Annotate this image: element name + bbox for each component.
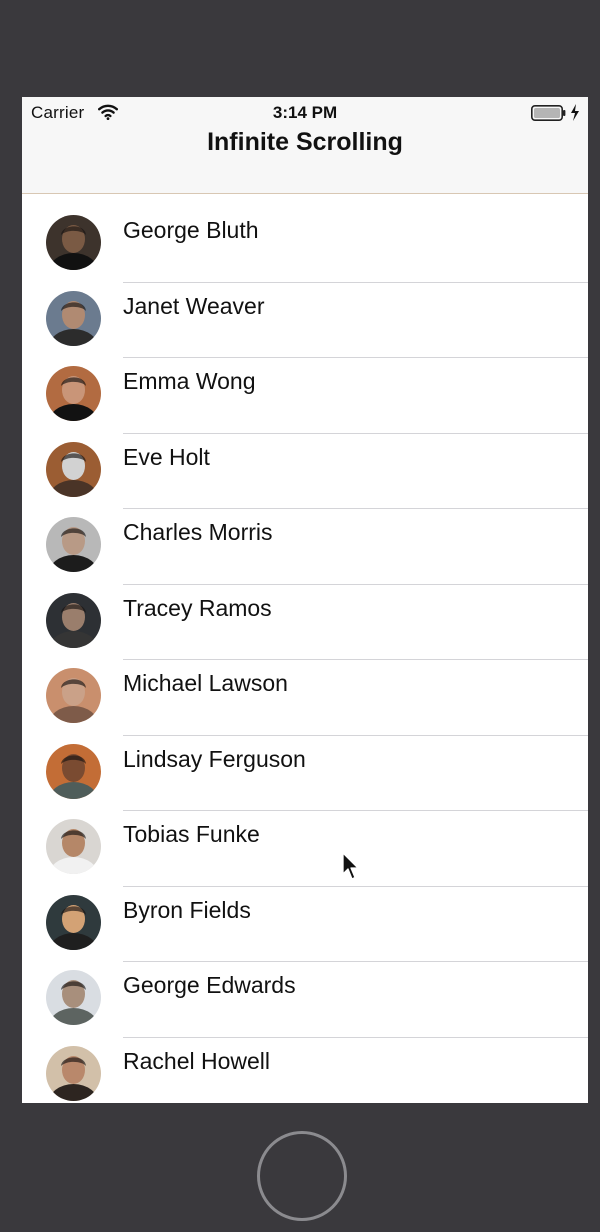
contact-row[interactable]: Emma Wong xyxy=(22,345,588,434)
status-time: 3:14 PM xyxy=(272,103,338,122)
battery-icon xyxy=(531,105,566,121)
avatar-photo xyxy=(46,1045,101,1101)
contact-name: Tracey Ramos xyxy=(123,594,272,621)
contact-name: George Bluth xyxy=(123,217,259,243)
contact-row[interactable]: Tracey Ramos xyxy=(22,572,588,660)
avatar-photo xyxy=(46,819,101,874)
contact-name: Rachel Howell xyxy=(123,1047,271,1074)
contact-row[interactable]: Michael Lawson xyxy=(22,647,588,736)
home-button[interactable] xyxy=(257,1131,347,1221)
contact-row[interactable]: Lindsay Ferguson xyxy=(22,723,588,811)
contact-name: Eve Holt xyxy=(123,443,210,470)
avatar-photo xyxy=(46,517,101,572)
contact-name: Janet Weaver xyxy=(123,292,265,319)
contact-row[interactable]: Rachel Howell xyxy=(22,1025,588,1101)
contact-row[interactable]: Janet Weaver xyxy=(22,270,588,358)
contact-row[interactable]: George Bluth xyxy=(22,194,588,283)
contact-row[interactable]: Charles Morris xyxy=(22,496,588,585)
navigation-bar: Carrier 3:14 PM Infinite Scrolling xyxy=(22,97,588,194)
contact-row[interactable]: Tobias Funke xyxy=(22,798,588,887)
contact-name: George Edwards xyxy=(123,972,296,998)
contact-name: Charles Morris xyxy=(123,519,273,545)
contact-row[interactable]: Byron Fields xyxy=(22,874,588,962)
contact-list[interactable]: George Bluth Janet Weaver Emma Wong Eve Hol… xyxy=(22,194,588,1101)
avatar-photo xyxy=(46,743,101,799)
status-bar: Carrier 3:14 PM xyxy=(22,97,588,129)
contact-name: Tobias Funke xyxy=(123,821,260,847)
contact-name: Byron Fields xyxy=(123,896,251,923)
contact-name: Michael Lawson xyxy=(123,670,288,696)
avatar-photo xyxy=(46,215,101,270)
avatar-photo xyxy=(46,290,101,346)
charging-bolt-icon xyxy=(571,104,579,121)
contact-row[interactable]: Eve Holt xyxy=(22,421,588,509)
avatar-photo xyxy=(46,970,101,1025)
mouse-cursor-icon xyxy=(342,852,359,880)
avatar-photo xyxy=(46,894,101,950)
avatar-photo xyxy=(46,668,101,723)
page-title: Infinite Scrolling xyxy=(207,128,403,156)
avatar-photo xyxy=(46,441,101,497)
phone-screen: Carrier 3:14 PM Infinite Scrolling Georg… xyxy=(22,97,588,1103)
contact-name: Lindsay Ferguson xyxy=(123,745,306,772)
contact-row[interactable]: George Edwards xyxy=(22,949,588,1038)
contact-name: Emma Wong xyxy=(123,368,256,394)
avatar-photo xyxy=(46,592,101,648)
avatar-photo xyxy=(46,366,101,421)
